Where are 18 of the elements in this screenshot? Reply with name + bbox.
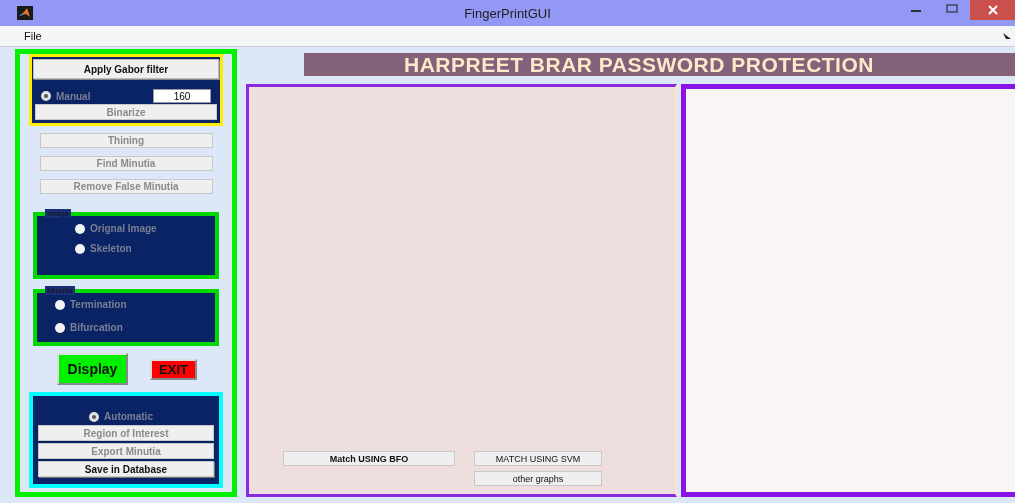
match-button[interactable]: MATCH USING SVM bbox=[474, 451, 602, 466]
match-button[interactable]: other graphs bbox=[474, 471, 602, 486]
close-button[interactable] bbox=[970, 0, 1015, 20]
maximize-icon[interactable] bbox=[946, 4, 958, 14]
window-title: FingerPrintGUI bbox=[463, 6, 552, 21]
match-button[interactable]: Match USING BFO bbox=[283, 451, 455, 466]
display-button[interactable]: Display bbox=[57, 353, 128, 385]
group-title: Image bbox=[45, 209, 72, 218]
apply-gabor-button[interactable]: Apply Gabor filter bbox=[33, 59, 219, 79]
group-title: Minutia bbox=[45, 286, 75, 295]
threshold-field[interactable]: 160 bbox=[153, 89, 211, 103]
database-button[interactable]: Save in Database bbox=[38, 461, 214, 477]
banner-title: HARPREET BRAR PASSWORD PROTECTION bbox=[304, 53, 1015, 76]
close-icon bbox=[987, 5, 998, 15]
exit-button[interactable]: EXIT bbox=[150, 358, 197, 380]
menu-item[interactable]: File bbox=[24, 30, 42, 42]
dock-arrow-icon[interactable] bbox=[1003, 33, 1011, 39]
app-icon bbox=[17, 6, 33, 20]
